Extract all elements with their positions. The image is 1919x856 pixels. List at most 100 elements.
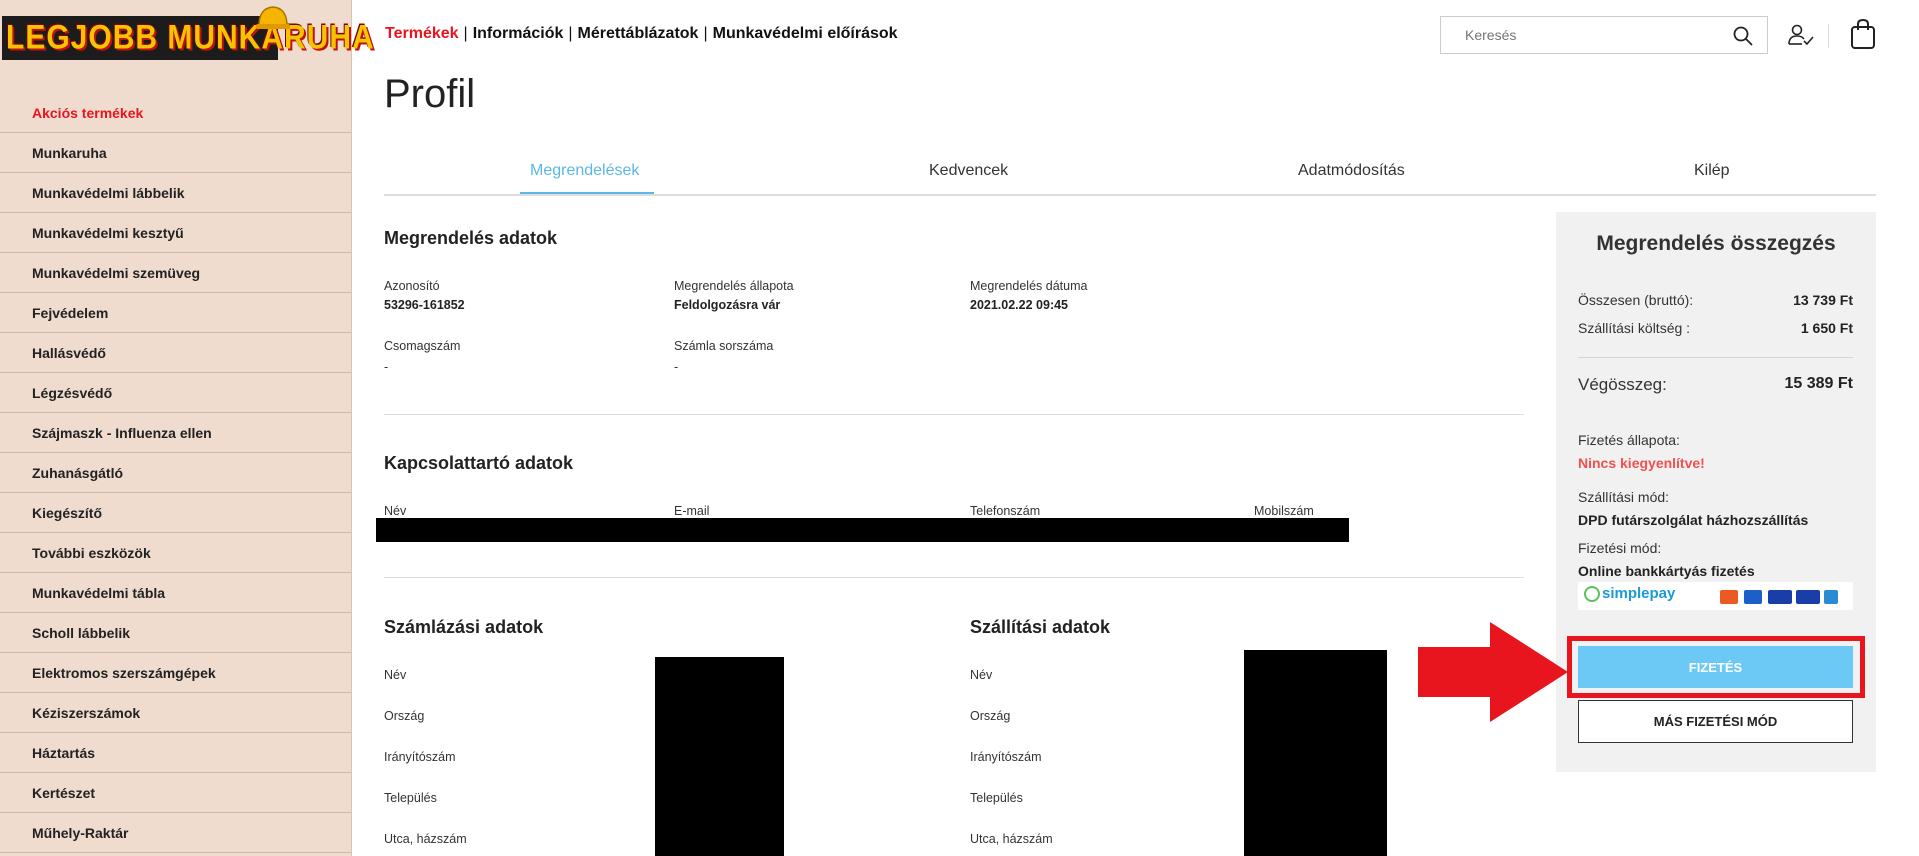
- sidebar-item-keziszerszamok[interactable]: Kéziszerszámok: [0, 693, 351, 733]
- gross-total-label: Összesen (bruttó):: [1578, 292, 1694, 308]
- sidebar-item-szemuveg[interactable]: Munkavédelmi szemüveg: [0, 253, 351, 293]
- pay-button[interactable]: FIZETÉS: [1578, 646, 1853, 688]
- sidebar-item-haztartas[interactable]: Háztartás: [0, 733, 351, 773]
- header-divider: [1828, 24, 1829, 48]
- sidebar-item-fejvedelem[interactable]: Fejvédelem: [0, 293, 351, 333]
- shipping-cost-label: Szállítási költség :: [1578, 320, 1691, 336]
- top-navigation: Termékek | Információk | Mérettáblázatok | Mun…: [385, 25, 898, 43]
- tab-adatmodositas[interactable]: Adatmódosítás: [1298, 162, 1405, 180]
- payment-method-label: Fizetési mód:: [1578, 540, 1662, 556]
- sidebar-item-labbelik[interactable]: Munkavédelmi lábbelik: [0, 173, 351, 213]
- redacted-shipping-data: [1244, 650, 1387, 856]
- order-id-label: Azonosító: [384, 279, 440, 293]
- payment-method-value: Online bankkártyás fizetés: [1578, 563, 1755, 579]
- gross-total-value: 13 739 Ft: [1793, 292, 1853, 308]
- contact-mobile-label: Mobilszám: [1254, 504, 1314, 518]
- summary-title: Megrendelés összegzés: [1596, 232, 1836, 255]
- invoice-number-label: Számla sorszáma: [674, 339, 774, 353]
- shipping-method-value: DPD futárszolgálat házhozszállítás: [1578, 512, 1809, 528]
- sidebar-item-elektromos[interactable]: Elektromos szerszámgépek: [0, 653, 351, 693]
- billing-name-label: Név: [384, 668, 407, 682]
- sidebar-item-scholl[interactable]: Scholl lábbelik: [0, 613, 351, 653]
- sidebar-item-kesztyu[interactable]: Munkavédelmi kesztyű: [0, 213, 351, 253]
- section-divider: [384, 414, 1524, 415]
- billing-section-title: Számlázási adatok: [384, 617, 544, 637]
- sidebar: LEGJOBB MUNKARUHA Akciós termékek Munkar…: [0, 0, 374, 856]
- gross-total-row: Összesen (bruttó): 13 739 Ft: [1578, 292, 1853, 308]
- billing-zip-label: Irányítószám: [384, 750, 456, 764]
- contact-phone-label: Telefonszám: [970, 504, 1041, 518]
- tab-kilep[interactable]: Kilép: [1694, 162, 1730, 180]
- search-input[interactable]: [1463, 26, 1717, 44]
- nav-separator: |: [463, 25, 468, 42]
- shipping-method-label: Szállítási mód:: [1578, 489, 1670, 505]
- nav-informaciok[interactable]: Információk: [473, 25, 564, 42]
- nav-termekek[interactable]: Termékek: [385, 25, 459, 42]
- billing-street-label: Utca, házszám: [384, 832, 467, 846]
- redacted-contact-data: [376, 518, 1349, 542]
- sidebar-item-kiegeszito[interactable]: Kiegészítő: [0, 493, 351, 533]
- nav-eloirasok[interactable]: Munkavédelmi előírások: [713, 25, 898, 42]
- grand-total-row: Végösszeg: 15 389 Ft: [1578, 375, 1853, 395]
- sidebar-item-legzesvedo[interactable]: Légzésvédő: [0, 373, 351, 413]
- redacted-billing-data: [655, 657, 784, 856]
- simplepay-logo-text: simplepay: [1602, 585, 1676, 602]
- shipping-section-title: Szállítási adatok: [970, 617, 1111, 637]
- sidebar-item-kerteszet[interactable]: Kertészet: [0, 773, 351, 813]
- payment-status-value: Nincs kiegyenlítve!: [1578, 455, 1705, 471]
- profile-tabs: Megrendelések Kedvencek Adatmódosítás Ki…: [384, 152, 1876, 196]
- tab-megrendelesek[interactable]: Megrendelések: [530, 162, 639, 180]
- sidebar-item-muhely[interactable]: Műhely-Raktár: [0, 813, 351, 853]
- payment-status-label: Fizetés állapota:: [1578, 432, 1680, 448]
- nav-separator: |: [703, 25, 708, 42]
- visa-icon: [1768, 590, 1792, 604]
- sidebar-item-akcios[interactable]: Akciós termékek: [0, 93, 351, 133]
- other-payment-method-button[interactable]: MÁS FIZETÉSI MÓD: [1578, 700, 1853, 743]
- billing-country-label: Ország: [384, 709, 425, 723]
- site-logo[interactable]: LEGJOBB MUNKARUHA: [2, 4, 374, 60]
- tab-kedvencek[interactable]: Kedvencek: [929, 162, 1008, 180]
- search-box: [1440, 16, 1768, 54]
- section-divider: [384, 577, 1524, 578]
- amex-icon: [1824, 590, 1838, 604]
- sidebar-item-tabla[interactable]: Munkavédelmi tábla: [0, 573, 351, 613]
- shipping-cost-row: Szállítási költség : 1 650 Ft: [1578, 320, 1853, 336]
- contact-section-title: Kapcsolattartó adatok: [384, 453, 574, 473]
- order-section-title: Megrendelés adatok: [384, 228, 558, 248]
- helmet-icon: [256, 6, 290, 29]
- package-number-value: -: [384, 360, 389, 374]
- shipping-city-label: Település: [970, 791, 1023, 805]
- sidebar-item-munkaruha[interactable]: Munkaruha: [0, 133, 351, 173]
- shipping-country-label: Ország: [970, 709, 1011, 723]
- search-icon[interactable]: [1733, 26, 1753, 46]
- nav-merettablazatok[interactable]: Mérettáblázatok: [578, 25, 699, 42]
- page-title: Profil: [384, 72, 476, 116]
- sidebar-item-szajmaszk[interactable]: Szájmaszk - Influenza ellen: [0, 413, 351, 453]
- logo-text: LEGJOBB MUNKARUHA: [6, 18, 375, 57]
- grand-total-label: Végösszeg:: [1578, 375, 1667, 394]
- order-status-label: Megrendelés állapota: [674, 279, 794, 293]
- red-arrow-annotation-icon: [1418, 622, 1568, 722]
- order-date-value: 2021.02.22 09:45: [970, 298, 1069, 312]
- mastercard-icon: [1720, 590, 1738, 604]
- nav-separator: |: [568, 25, 573, 42]
- grand-total-value: 15 389 Ft: [1784, 375, 1853, 392]
- shipping-street-label: Utca, házszám: [970, 832, 1053, 846]
- sidebar-item-zuhanasgatlo[interactable]: Zuhanásgátló: [0, 453, 351, 493]
- shipping-cost-value: 1 650 Ft: [1800, 320, 1853, 336]
- user-account-icon[interactable]: [1788, 24, 1814, 46]
- sidebar-item-hallasvedo[interactable]: Hallásvédő: [0, 333, 351, 373]
- active-tab-indicator: [520, 192, 654, 194]
- order-id-value: 53296-161852: [384, 298, 465, 312]
- invoice-number-value: -: [674, 360, 679, 374]
- summary-divider: [1578, 357, 1853, 358]
- visa-electron-icon: [1796, 590, 1820, 604]
- order-status-value: Feldolgozásra vár: [674, 298, 781, 312]
- category-list: Akciós termékek Munkaruha Munkavédelmi l…: [0, 93, 351, 853]
- maestro-icon: [1744, 590, 1762, 604]
- cart-icon[interactable]: [1850, 18, 1876, 50]
- contact-name-label: Név: [384, 504, 407, 518]
- shipping-name-label: Név: [970, 668, 993, 682]
- sidebar-item-tovabbi[interactable]: További eszközök: [0, 533, 351, 573]
- simplepay-logo-icon: [1584, 586, 1600, 602]
